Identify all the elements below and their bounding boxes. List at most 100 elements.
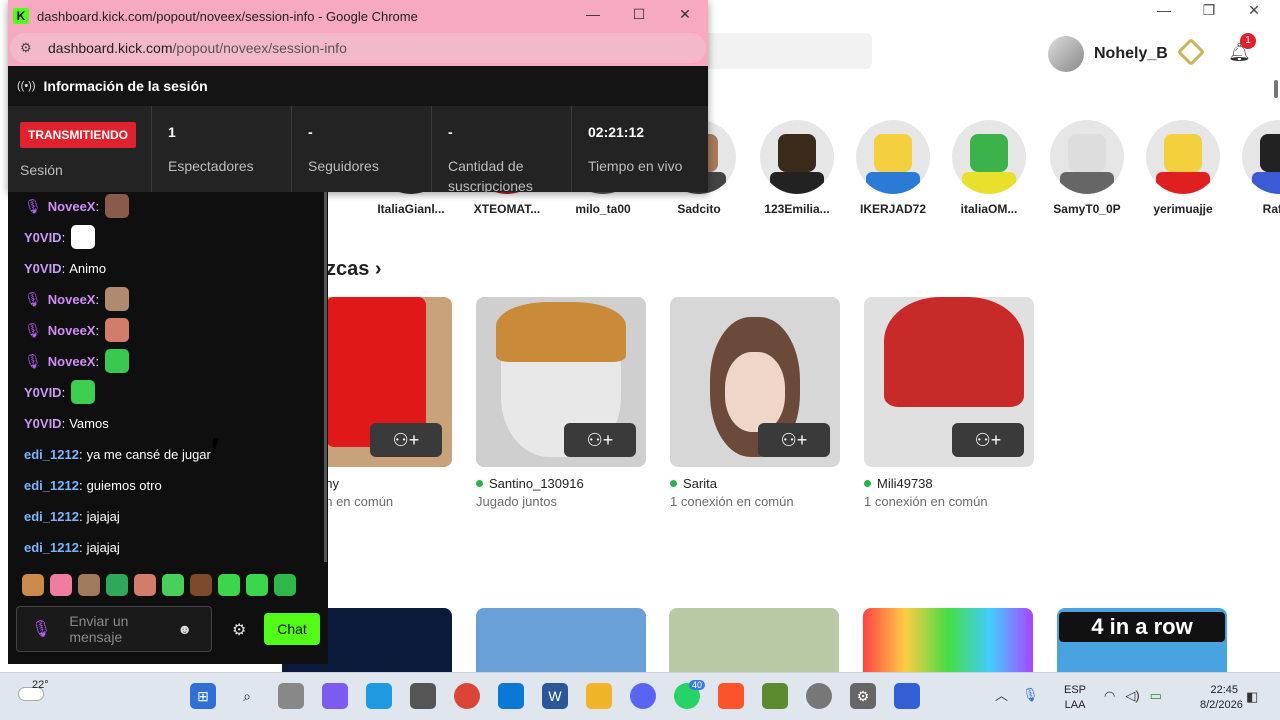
chat-username[interactable]: edi_1212 xyxy=(24,540,79,555)
emote-picker-item[interactable] xyxy=(134,574,156,596)
emote-picker-item[interactable] xyxy=(106,574,128,596)
add-friend-button[interactable]: ⚇+ xyxy=(758,423,830,457)
game-tile[interactable]: 4 in a row xyxy=(1057,608,1227,672)
emote-picker-item[interactable] xyxy=(22,574,44,596)
maximize-icon[interactable]: ☐ xyxy=(624,6,654,23)
friend-item[interactable]: Rafae xyxy=(1242,120,1280,216)
chat-username[interactable]: Y0VID xyxy=(24,261,62,276)
settings-icon[interactable]: ⚙ xyxy=(850,683,876,709)
friend-avatar[interactable] xyxy=(1242,120,1280,194)
chat-send-button[interactable]: Chat xyxy=(264,613,320,645)
chat-message: Y0VID: Animo xyxy=(24,256,106,280)
emote-picker-item[interactable] xyxy=(78,574,100,596)
chat-text: jajajaj xyxy=(86,508,120,524)
robux-icon[interactable] xyxy=(1176,37,1206,67)
friend-card[interactable]: ⚇+ xyxy=(670,297,840,467)
scrollbar[interactable] xyxy=(1274,80,1278,98)
window-titlebar[interactable]: K dashboard.kick.com/popout/noveex/sessi… xyxy=(8,0,708,32)
chat-username[interactable]: Y0VID xyxy=(24,230,62,245)
section-title[interactable]: zcas › xyxy=(326,258,382,281)
minimize-icon[interactable]: — xyxy=(578,6,608,22)
chevron-up-icon[interactable]: ︿ xyxy=(995,685,1008,704)
emoji-icon[interactable]: ☻ xyxy=(177,621,192,637)
start-icon[interactable]: ⊞ xyxy=(190,683,216,709)
chat-username[interactable]: edi_1212 xyxy=(24,478,79,493)
notification-icon[interactable]: ◧ xyxy=(1246,689,1258,705)
edge-icon[interactable] xyxy=(366,683,392,709)
mic-icon[interactable]: 🎙︎ xyxy=(1022,687,1039,703)
task-view-icon[interactable] xyxy=(278,683,304,709)
mic-icon[interactable]: 🎙︎ xyxy=(31,619,51,639)
chat-message: 🎙︎ NoveeX: xyxy=(24,194,130,218)
chat-username[interactable]: NoveeX xyxy=(48,199,96,214)
chrome-icon[interactable] xyxy=(454,683,480,709)
friend-avatar[interactable] xyxy=(1050,120,1124,194)
game-tile[interactable] xyxy=(863,608,1033,672)
minecraft-icon[interactable] xyxy=(762,683,788,709)
add-friend-button[interactable]: ⚇+ xyxy=(564,423,636,457)
language-indicator[interactable]: ESP LAA xyxy=(1064,683,1086,713)
friend-name: italiaOM... xyxy=(960,202,1018,216)
emote-picker-item[interactable] xyxy=(246,574,268,596)
gear-icon[interactable]: ⚙ xyxy=(232,620,246,640)
emote-picker-item[interactable] xyxy=(218,574,240,596)
chat-username[interactable]: edi_1212 xyxy=(24,509,79,524)
card-name[interactable]: Sarita xyxy=(670,476,717,491)
add-friend-button[interactable]: ⚇+ xyxy=(952,423,1024,457)
emote-picker-item[interactable] xyxy=(162,574,184,596)
restore-icon[interactable]: ❐ xyxy=(1189,2,1229,22)
folder-icon[interactable] xyxy=(586,683,612,709)
friend-avatar[interactable] xyxy=(856,120,930,194)
chat-message: 🎙︎ NoveeX: xyxy=(24,318,130,342)
status-icons[interactable]: ◠ ◁) ▭ xyxy=(1104,688,1162,704)
chat-username[interactable]: NoveeX xyxy=(48,292,96,307)
friend-item[interactable]: IKERJAD72 xyxy=(856,120,930,216)
friend-card[interactable]: ⚇+ xyxy=(476,297,646,467)
card-subtitle: 1 conexión en común xyxy=(864,494,988,509)
word-icon[interactable]: W xyxy=(542,683,568,709)
friend-item[interactable]: 123Emilia... xyxy=(760,120,834,216)
chat-username[interactable]: NoveeX xyxy=(48,354,96,369)
emote-picker-item[interactable] xyxy=(50,574,72,596)
game-tile[interactable] xyxy=(476,608,646,672)
chat-username[interactable]: Y0VID xyxy=(24,385,62,400)
user-profile[interactable]: Nohely_B xyxy=(1048,36,1168,72)
brave-icon[interactable] xyxy=(718,683,744,709)
chat-username[interactable]: Y0VID xyxy=(24,416,62,431)
discord-icon[interactable] xyxy=(630,683,656,709)
emote-picker-item[interactable] xyxy=(274,574,296,596)
chat-username[interactable]: edi_1212 xyxy=(24,447,79,462)
close-icon[interactable]: ✕ xyxy=(670,6,700,23)
roblox-studio-icon[interactable] xyxy=(806,683,832,709)
close-icon[interactable]: ✕ xyxy=(1234,2,1274,22)
friend-item[interactable]: yerimuajje xyxy=(1146,120,1220,216)
card-name[interactable]: Mili49738 xyxy=(864,476,933,491)
friend-avatar[interactable] xyxy=(760,120,834,194)
search-icon[interactable]: ⌕ xyxy=(234,683,260,709)
friend-item[interactable]: italiaOM... xyxy=(952,120,1026,216)
camera-icon[interactable] xyxy=(410,683,436,709)
avatar[interactable] xyxy=(1048,36,1084,72)
card-name[interactable]: Santino_130916 xyxy=(476,476,584,491)
add-friend-button[interactable]: ⚇+ xyxy=(370,423,442,457)
chat-username[interactable]: NoveeX xyxy=(48,323,96,338)
chat-scrollbar[interactable] xyxy=(324,192,327,562)
friend-avatar[interactable] xyxy=(952,120,1026,194)
emote-picker-item[interactable] xyxy=(190,574,212,596)
minimize-icon[interactable]: — xyxy=(1144,2,1184,22)
friend-card[interactable]: ⚇+ xyxy=(864,297,1034,467)
search-input[interactable] xyxy=(700,33,872,69)
chat-input[interactable]: 🎙︎ Enviar un mensaje ☻ xyxy=(16,606,212,652)
game-tile[interactable] xyxy=(669,608,839,672)
friend-avatar[interactable] xyxy=(1146,120,1220,194)
card-subtitle: 1 conexión en común xyxy=(670,494,794,509)
url-field[interactable]: ⚙ dashboard.kick.com/popout/noveex/sessi… xyxy=(10,33,706,63)
friend-item[interactable]: SamyT0_0P xyxy=(1050,120,1124,216)
battery-icon: ▭ xyxy=(1149,688,1162,703)
roblox-icon[interactable] xyxy=(894,683,920,709)
copilot-icon[interactable] xyxy=(322,683,348,709)
site-settings-icon[interactable]: ⚙ xyxy=(20,40,38,56)
chat-colon: : xyxy=(78,446,83,462)
store-icon[interactable] xyxy=(498,683,524,709)
clock[interactable]: 22:45 8/2/2026 xyxy=(1200,683,1243,713)
